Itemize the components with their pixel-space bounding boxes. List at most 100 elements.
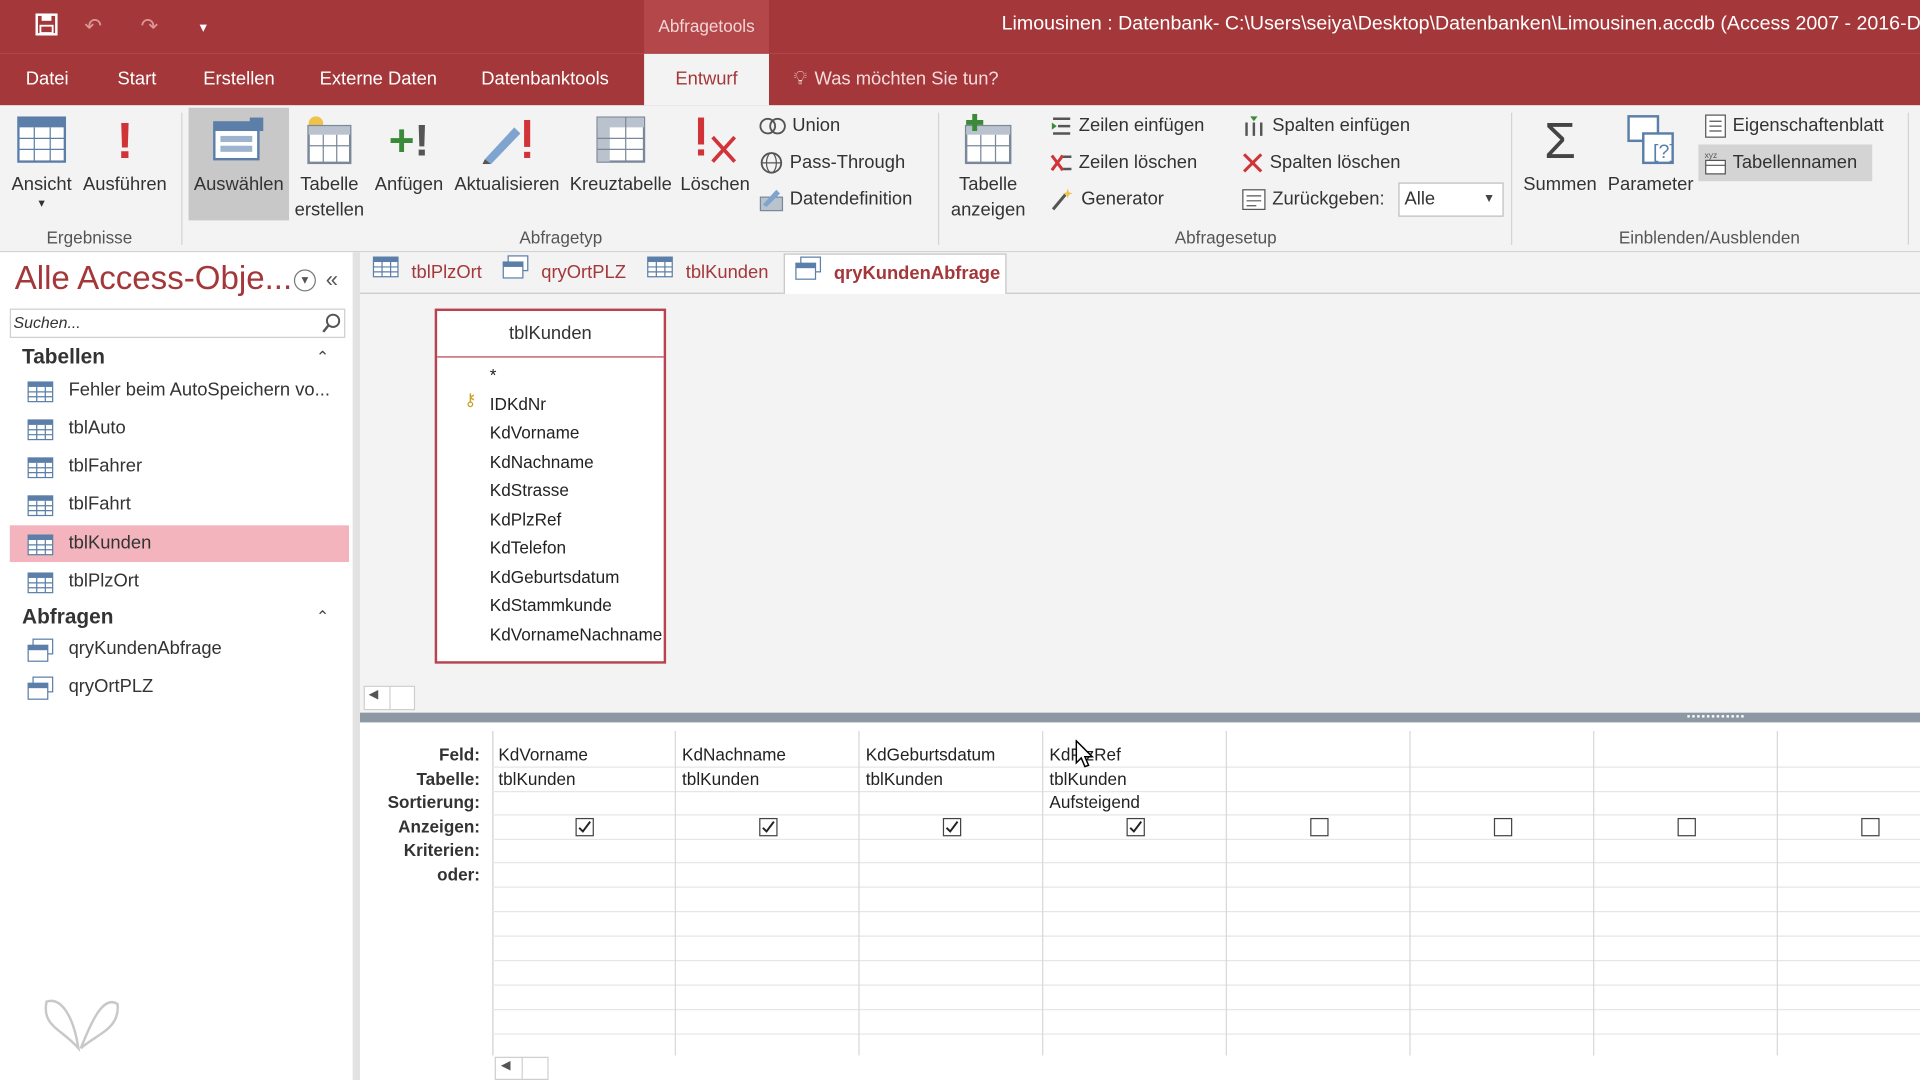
zurueckgeben-dropdown[interactable]: Alle ▼: [1398, 182, 1504, 217]
grid-checkbox-anzeigen[interactable]: [1861, 817, 1880, 837]
grid-checkbox-anzeigen[interactable]: [759, 817, 778, 837]
row-label-sortierung: Sortierung:: [387, 792, 481, 812]
tell-me-label: Was möchten Sie tun?: [814, 68, 999, 90]
pane-splitter[interactable]: [360, 712, 1920, 723]
select-query-icon: [213, 117, 264, 161]
field-item[interactable]: KdStrasse: [490, 480, 569, 500]
tell-me-search[interactable]: 💡︎ Was möchten Sie tun?: [793, 54, 998, 105]
grid-cell-feld[interactable]: KdNachname: [682, 744, 786, 764]
search-icon[interactable]: [321, 312, 343, 340]
nav-section-abfragen[interactable]: Abfragen: [22, 605, 113, 629]
grid-cell-feld[interactable]: KdVorname: [498, 744, 588, 764]
undo-icon[interactable]: ↶: [78, 12, 107, 41]
grid-checkbox-anzeigen[interactable]: [575, 817, 594, 837]
grid-column-7[interactable]: [1594, 731, 1778, 1056]
field-item[interactable]: KdStammkunde: [490, 595, 612, 615]
spalten-loeschen-button[interactable]: Spalten löschen: [1242, 147, 1401, 179]
field-item[interactable]: *: [490, 365, 497, 385]
doc-tab-tblkunden[interactable]: tblKunden: [637, 253, 781, 292]
datendefinition-button[interactable]: Datendefinition: [759, 184, 912, 216]
generator-button[interactable]: Generator: [1051, 184, 1164, 216]
doc-tab-tblplzort[interactable]: tblPlzOrt: [362, 253, 489, 292]
auswaehlen-button[interactable]: Auswählen: [188, 107, 289, 221]
row-label-anzeigen: Anzeigen:: [398, 816, 481, 837]
grid-cell-sortierung[interactable]: Aufsteigend: [1049, 792, 1140, 812]
nav-item-qrykundenabfrage[interactable]: qryKundenAbfrage: [10, 631, 349, 668]
zeilen-einfuegen-button[interactable]: Zeilen einfügen: [1051, 110, 1204, 142]
tab-datei[interactable]: Datei: [26, 54, 69, 105]
loeschen-button[interactable]: Löschen: [678, 108, 751, 223]
summen-button[interactable]: Σ Summen: [1518, 108, 1601, 223]
table-icon: [27, 456, 54, 485]
ausfuehren-button[interactable]: ! Ausführen: [78, 108, 171, 223]
nav-item-tblfahrer[interactable]: tblFahrer: [10, 448, 349, 485]
table-icon: [372, 255, 399, 292]
collapse-nav-icon[interactable]: «: [326, 267, 338, 293]
nav-item-qryortplz[interactable]: qryOrtPLZ: [10, 669, 349, 706]
field-list-tblkunden[interactable]: tblKunden * ⚷ IDKdNr KdVorname KdNachnam…: [434, 308, 667, 664]
save-icon[interactable]: [32, 12, 61, 41]
grid-column-5[interactable]: [1227, 731, 1411, 1056]
nav-item-tblfahrt[interactable]: tblFahrt: [10, 486, 349, 523]
nav-search-input[interactable]: Suchen...: [9, 308, 346, 338]
tab-externe-daten[interactable]: Externe Daten: [320, 54, 437, 105]
grid-cell-tabelle[interactable]: tblKunden: [498, 769, 575, 789]
grid-horizontal-scrollbar[interactable]: ◀: [494, 1056, 549, 1080]
ansicht-button[interactable]: Ansicht ▾: [5, 108, 78, 223]
redo-icon[interactable]: ↷: [135, 12, 164, 41]
grid-cell-tabelle[interactable]: tblKunden: [682, 769, 759, 789]
grid-checkbox-anzeigen[interactable]: [942, 817, 962, 837]
tab-erstellen[interactable]: Erstellen: [203, 54, 274, 105]
zeilen-loeschen-button[interactable]: Zeilen löschen: [1050, 147, 1197, 179]
parameter-button[interactable]: [?] Parameter: [1604, 108, 1697, 223]
grid-checkbox-anzeigen[interactable]: [1310, 817, 1329, 837]
upper-horizontal-scrollbar[interactable]: ◀: [363, 685, 416, 711]
eigenschaftenblatt-button[interactable]: Eigenschaftenblatt: [1704, 110, 1884, 142]
nav-item-fehler-autospeichern[interactable]: Fehler beim AutoSpeichern vo...: [10, 372, 349, 409]
kreuztabelle-button[interactable]: Kreuztabelle: [566, 108, 676, 223]
field-item[interactable]: KdPlzRef: [490, 509, 561, 529]
customize-qat-icon[interactable]: ▾: [189, 12, 218, 41]
nav-item-tblauto[interactable]: tblAuto: [10, 410, 349, 447]
grid-cell-feld[interactable]: KdGeburtsdatum: [866, 744, 996, 764]
nav-pane-header[interactable]: Alle Access-Obje...: [15, 260, 292, 298]
scroll-left-icon[interactable]: ◀: [501, 1059, 510, 1072]
field-item[interactable]: KdTelefon: [490, 538, 566, 558]
tab-datenbanktools[interactable]: Datenbanktools: [481, 54, 609, 105]
doc-tab-qryortplz[interactable]: qryOrtPLZ: [492, 253, 634, 292]
data-definition-icon: [759, 189, 784, 212]
tabelle-anzeigen-button[interactable]: Tabelle anzeigen: [945, 108, 1031, 223]
grid-checkbox-anzeigen[interactable]: [1677, 817, 1696, 837]
field-item[interactable]: KdNachname: [490, 452, 594, 472]
union-button[interactable]: Union: [759, 110, 840, 142]
nav-item-label: tblFahrer: [68, 455, 143, 477]
anfuegen-button[interactable]: +! Anfügen: [370, 108, 448, 223]
grid-checkbox-anzeigen[interactable]: [1493, 817, 1513, 837]
nav-section-tabellen[interactable]: Tabellen: [22, 345, 105, 369]
field-item[interactable]: KdVorname: [490, 422, 580, 442]
nav-menu-chevron-icon[interactable]: ▾: [293, 269, 316, 292]
eigenschaftenblatt-label: Eigenschaftenblatt: [1732, 115, 1884, 136]
grid-column-6[interactable]: [1411, 731, 1595, 1056]
scroll-left-icon[interactable]: ◀: [369, 688, 378, 701]
nav-item-tblplzort[interactable]: tblPlzOrt: [10, 563, 349, 600]
collapse-section-icon[interactable]: ⌃: [316, 348, 329, 368]
field-item[interactable]: KdGeburtsdatum: [490, 567, 620, 587]
pass-through-button[interactable]: Pass-Through: [759, 147, 905, 179]
tab-start[interactable]: Start: [118, 54, 157, 105]
doc-tab-qrykundenabfrage[interactable]: qryKundenAbfrage: [783, 253, 1007, 296]
tab-entwurf[interactable]: Entwurf: [644, 53, 769, 106]
aktualisieren-button[interactable]: Aktualisieren: [451, 108, 564, 223]
grid-checkbox-anzeigen[interactable]: [1126, 817, 1145, 837]
tabelle-erstellen-button[interactable]: Tabelle erstellen: [291, 108, 367, 223]
append-query-icon: +!: [388, 114, 430, 165]
splitter-grip[interactable]: [1687, 715, 1744, 719]
collapse-section-icon[interactable]: ⌃: [316, 607, 329, 627]
grid-cell-tabelle[interactable]: tblKunden: [866, 769, 943, 789]
field-item[interactable]: IDKdNr: [490, 394, 546, 414]
nav-item-tblkunden[interactable]: tblKunden: [9, 525, 349, 563]
field-list-title[interactable]: tblKunden: [437, 311, 664, 358]
grid-column-8[interactable]: [1778, 731, 1920, 1055]
field-item[interactable]: KdVornameNachname: [490, 624, 664, 644]
spalten-einfuegen-button[interactable]: Spalten einfügen: [1242, 110, 1410, 142]
